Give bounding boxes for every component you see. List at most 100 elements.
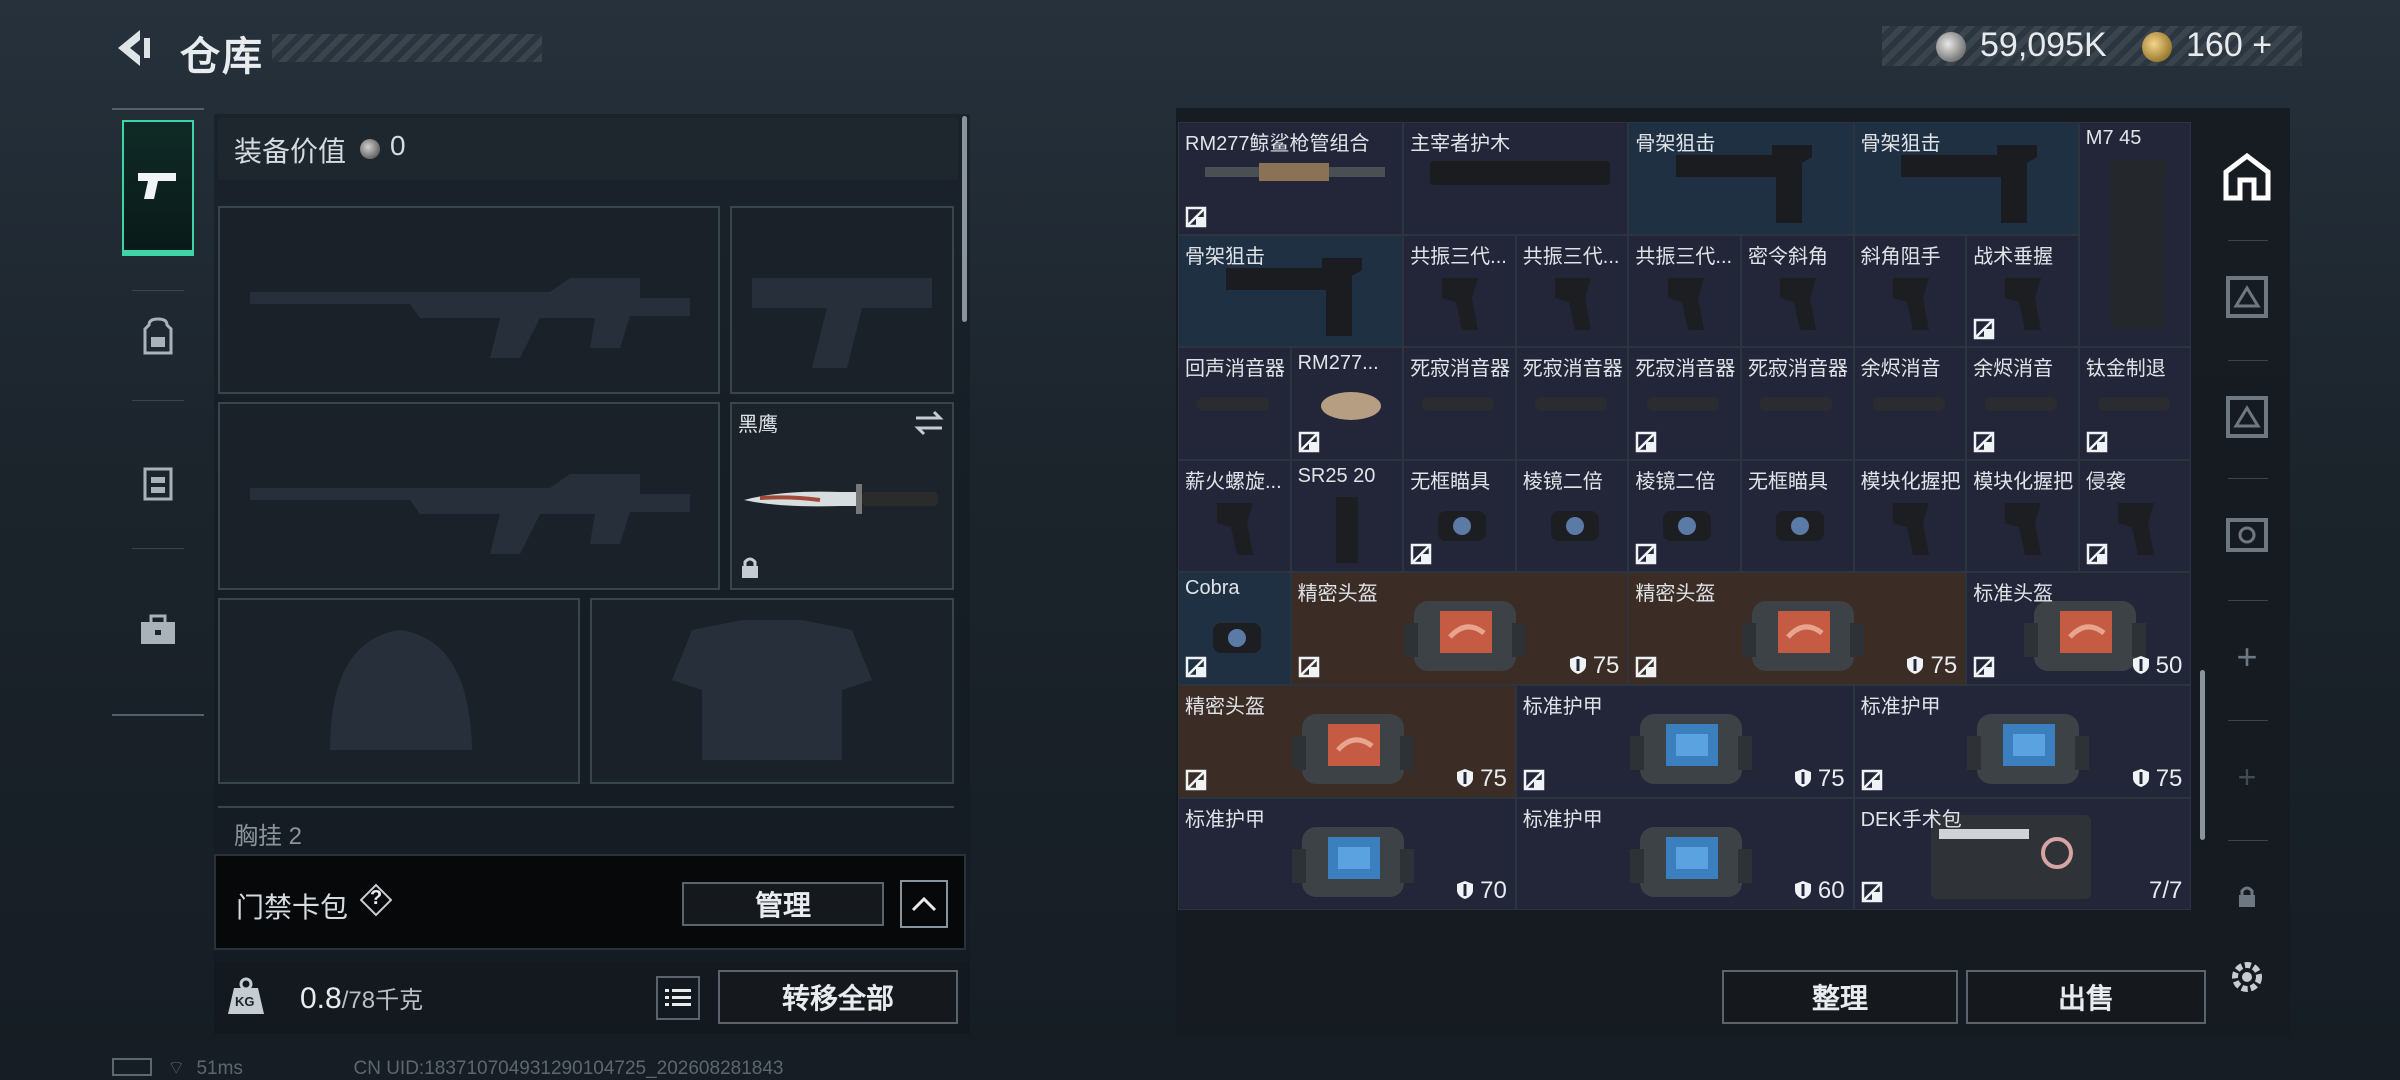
stash-item[interactable]: 骨架狙击 <box>1178 234 1404 348</box>
stash-item[interactable]: 钛金制退 <box>2078 347 2192 460</box>
stash-item[interactable]: 标准头盔 50 <box>1966 572 2192 685</box>
slot-secondary-weapon[interactable] <box>218 402 720 590</box>
item-name: 密令斜角 <box>1748 245 1828 268</box>
slot-helmet[interactable] <box>218 598 580 784</box>
stash-item[interactable]: 标准护甲 75 <box>1515 685 1854 798</box>
no-insure-icon <box>1523 769 1545 791</box>
item-name: 共振三代... <box>1522 245 1620 268</box>
no-insure-icon <box>1861 769 1883 791</box>
stash-item[interactable]: 模块化握把 <box>1853 459 1967 573</box>
stash-item[interactable]: 密令斜角 <box>1741 234 1854 348</box>
stash-item[interactable]: 斜角阻手 <box>1853 234 1967 348</box>
stash-item[interactable]: M7 45 <box>2078 122 2192 348</box>
tab-case[interactable] <box>122 570 194 690</box>
item-name: 模块化握把 <box>1973 470 2074 493</box>
transfer-all-button[interactable]: 转移全部 <box>718 970 958 1024</box>
slot-body-armor[interactable] <box>590 598 954 784</box>
stash-item[interactable]: 死寂消音器 <box>1741 347 1854 460</box>
stash-item[interactable]: RM277鲸鲨枪管组合 <box>1178 122 1404 235</box>
tab-backpack[interactable] <box>122 276 194 396</box>
tab-vest[interactable] <box>122 422 194 542</box>
slot-chest-rig[interactable] <box>218 806 954 838</box>
tab-divider <box>132 548 184 549</box>
stash-item[interactable]: 战术垂握 <box>1966 234 2079 348</box>
stash-item[interactable]: 精密头盔 75 <box>1290 572 1629 685</box>
tab-divider <box>2228 478 2268 479</box>
collapse-button[interactable] <box>900 880 948 928</box>
tab-warehouse[interactable] <box>2212 142 2282 212</box>
tab-storage-3[interactable] <box>2212 382 2282 452</box>
pistol-silhouette-icon <box>752 278 932 368</box>
stash-item[interactable]: 精密头盔 75 <box>1178 685 1516 798</box>
tab-storage-2[interactable] <box>2212 262 2282 332</box>
shield-icon <box>1569 654 1587 674</box>
manage-button[interactable]: 管理 <box>682 882 884 926</box>
stash-scrollbar[interactable] <box>2200 670 2205 840</box>
stash-item[interactable]: 骨架狙击 <box>1628 122 1854 235</box>
warehouse-icon <box>2223 152 2271 201</box>
no-insure-icon <box>1185 656 1207 678</box>
add-storage-icon[interactable]: + <box>2212 742 2282 812</box>
item-name: 钛金制退 <box>2085 358 2166 381</box>
stash-item[interactable]: 回声消音器 <box>1178 347 1291 460</box>
weight-value: 0.8/78千克 <box>300 982 424 1015</box>
stash-item[interactable]: Cobra <box>1178 572 1291 685</box>
stash-item[interactable]: 死寂消音器 <box>1403 347 1516 460</box>
stash-item[interactable]: 余烬消音 <box>1966 347 2079 460</box>
slot-primary-weapon[interactable] <box>218 206 720 394</box>
helmet-silhouette-icon <box>330 630 472 750</box>
stash-item[interactable]: 死寂消音器 <box>1628 347 1741 460</box>
item-durability: 75 <box>1794 765 1845 793</box>
stash-item[interactable]: 余烬消音 <box>1853 347 1967 460</box>
stash-item[interactable]: 标准护甲 60 <box>1515 797 1854 911</box>
back-arrow-icon[interactable] <box>110 26 154 70</box>
item-durability: 60 <box>1794 877 1845 905</box>
sort-button[interactable]: 整理 <box>1722 970 1958 1024</box>
slot-pistol[interactable] <box>730 206 954 394</box>
slot-melee[interactable]: 黑鹰 <box>730 402 954 590</box>
status-bar: ⌔ 51ms CN UID:183710704931290104725_2026… <box>112 1056 783 1080</box>
stash-item[interactable]: 标准护甲 75 <box>1853 685 2192 798</box>
tab-divider <box>2228 240 2268 241</box>
stash-item[interactable]: 精密头盔 75 <box>1628 572 1967 685</box>
stash-item[interactable]: SR25 20 <box>1290 459 1404 573</box>
item-durability: 75 <box>2132 765 2182 793</box>
stash-item[interactable]: 侵袭 <box>2078 459 2192 573</box>
stash-item[interactable]: 棱镜二倍 <box>1515 459 1629 573</box>
item-name: 标准护甲 <box>1522 808 1603 831</box>
help-icon[interactable]: ? <box>359 883 393 917</box>
item-name: 余烬消音 <box>1973 358 2054 381</box>
list-view-button[interactable] <box>656 976 700 1020</box>
stash-item[interactable]: 死寂消音器 <box>1515 347 1629 460</box>
stash-item[interactable]: 标准护甲 70 <box>1178 797 1516 911</box>
stash-item[interactable]: 模块化握把 <box>1966 459 2079 573</box>
stash-item[interactable]: 无框瞄具 <box>1403 459 1516 573</box>
sell-button[interactable]: 出售 <box>1966 970 2206 1024</box>
stash-item[interactable]: 共振三代... <box>1403 234 1516 348</box>
stash-item[interactable]: RM277... <box>1290 347 1404 460</box>
lock-storage-icon[interactable] <box>2212 862 2282 932</box>
stash-item[interactable]: DEK手术包 7/7 <box>1853 797 2192 911</box>
tab-storage-vip[interactable] <box>2212 500 2282 570</box>
swap-icon[interactable] <box>914 410 944 436</box>
stash-item[interactable]: 共振三代... <box>1515 234 1629 348</box>
equipment-value: 0 <box>390 130 406 161</box>
gold-amount[interactable]: 160 + <box>2186 26 2272 65</box>
tab-weapons[interactable] <box>122 120 194 256</box>
stash-item[interactable]: 主宰者护木 <box>1403 122 1629 235</box>
no-insure-icon <box>1973 656 1995 678</box>
item-name: 共振三代... <box>1410 245 1507 268</box>
equipment-scrollbar[interactable] <box>962 116 967 322</box>
settings-gear-icon[interactable] <box>2212 942 2282 1012</box>
tab-divider <box>2228 360 2268 361</box>
add-gold-icon[interactable]: + <box>2252 26 2272 64</box>
stash-item[interactable]: 薪火螺旋... <box>1178 459 1291 573</box>
backpack-icon <box>143 317 173 355</box>
stash-item[interactable]: 棱镜二倍 <box>1628 459 1741 573</box>
add-storage-icon[interactable]: + <box>2212 622 2282 692</box>
shield-icon <box>1456 767 1474 787</box>
stash-item[interactable]: 共振三代... <box>1628 234 1741 348</box>
stash-item[interactable]: 骨架狙击 <box>1853 122 2079 235</box>
stash-item[interactable]: 无框瞄具 <box>1741 459 1854 573</box>
item-name: SR25 20 <box>1297 464 1376 487</box>
